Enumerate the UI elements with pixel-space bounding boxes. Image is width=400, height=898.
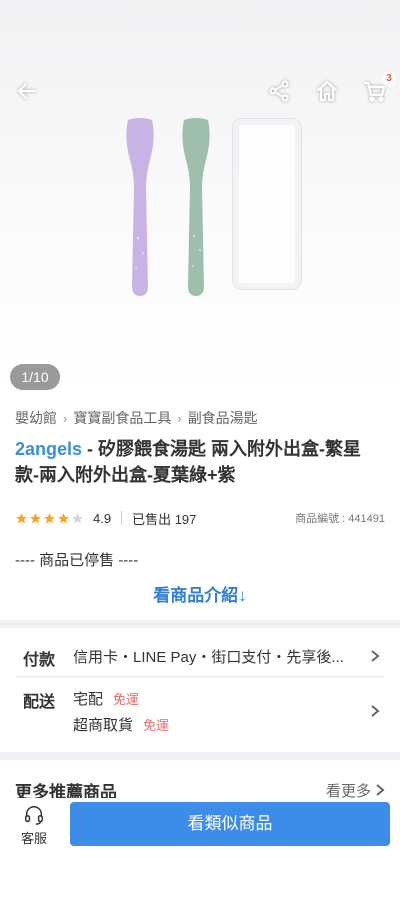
cart-button[interactable]: 3 xyxy=(360,72,396,106)
image-counter: 1/10 xyxy=(10,364,60,390)
view-similar-button[interactable]: 看類似商品 xyxy=(70,802,390,846)
star-icon xyxy=(58,512,69,523)
delivery-option-name: 宅配 xyxy=(73,691,104,708)
discontinued-notice: ---- 商品已停售 ---- xyxy=(15,552,139,569)
delivery-options: 宅配 免運 超商取貨 免運 xyxy=(73,688,169,740)
delivery-option: 超商取貨 免運 xyxy=(73,714,169,735)
breadcrumb-item[interactable]: 副食品湯匙 xyxy=(188,408,258,428)
bottom-action-bar: 客服 看類似商品 xyxy=(0,798,400,852)
breadcrumb-item[interactable]: 嬰幼館 xyxy=(15,408,57,428)
star-icon xyxy=(30,512,41,523)
back-arrow-icon xyxy=(17,82,37,100)
bottom-safe-area xyxy=(0,852,400,898)
green-spoon-image xyxy=(182,118,210,296)
star-icon xyxy=(16,512,27,523)
headset-icon xyxy=(25,806,43,825)
payment-row[interactable]: 付款 信用卡・LINE Pay・街口支付・先享後... xyxy=(15,646,385,670)
delivery-row[interactable]: 配送 宅配 免運 超商取貨 免運 xyxy=(15,688,385,740)
cart-count-badge: 3 xyxy=(382,72,396,86)
divider xyxy=(121,511,123,525)
purple-spoon-image xyxy=(126,118,154,296)
rating-row: 4.9 已售出 197 商品編號 : 441491 xyxy=(15,509,385,527)
payment-methods: 信用卡・LINE Pay・街口支付・先享後... xyxy=(73,649,344,666)
sold-count: 已售出 197 xyxy=(132,511,197,527)
product-id: 商品編號 : 441491 xyxy=(295,513,385,525)
chevron-right-icon xyxy=(369,704,381,717)
brand-link[interactable]: 2angels xyxy=(15,439,82,459)
product-intro-link[interactable]: 看商品介紹↓ xyxy=(0,581,400,606)
product-title: 2angels - 矽膠餵食湯匙 兩入附外出盒-繁星款-兩入附外出盒-夏葉綠+紫 xyxy=(15,436,385,488)
row-divider xyxy=(15,676,385,677)
chevron-right-icon xyxy=(369,649,381,662)
section-divider xyxy=(0,620,400,628)
payment-label: 付款 xyxy=(23,652,56,669)
share-button[interactable] xyxy=(264,76,294,106)
breadcrumb: 嬰幼館 › 寶寶副食品工具 › 副食品湯匙 xyxy=(15,408,258,428)
delivery-option-name: 超商取貨 xyxy=(73,717,134,734)
section-divider xyxy=(0,752,400,760)
star-icon xyxy=(72,512,83,523)
back-button[interactable] xyxy=(12,76,42,106)
chevron-right-icon: › xyxy=(177,410,182,426)
customer-service-label: 客服 xyxy=(20,831,47,846)
home-icon xyxy=(316,80,338,102)
customer-service-button[interactable]: 客服 xyxy=(14,804,54,847)
rating-value: 4.9 xyxy=(93,510,112,526)
product-image-gallery[interactable]: 3 1/10 xyxy=(0,0,400,400)
chevron-right-icon: › xyxy=(63,410,68,426)
star-icon xyxy=(44,512,55,523)
carry-case-image xyxy=(232,118,302,290)
rating-stars xyxy=(15,512,85,525)
home-button[interactable] xyxy=(312,76,342,106)
delivery-option: 宅配 免運 xyxy=(73,688,169,714)
free-shipping-tag: 免運 xyxy=(113,692,140,707)
delivery-label: 配送 xyxy=(23,694,56,711)
free-shipping-tag: 免運 xyxy=(143,718,170,733)
chevron-right-icon xyxy=(376,784,385,796)
share-icon xyxy=(269,80,289,102)
breadcrumb-item[interactable]: 寶寶副食品工具 xyxy=(73,408,171,428)
